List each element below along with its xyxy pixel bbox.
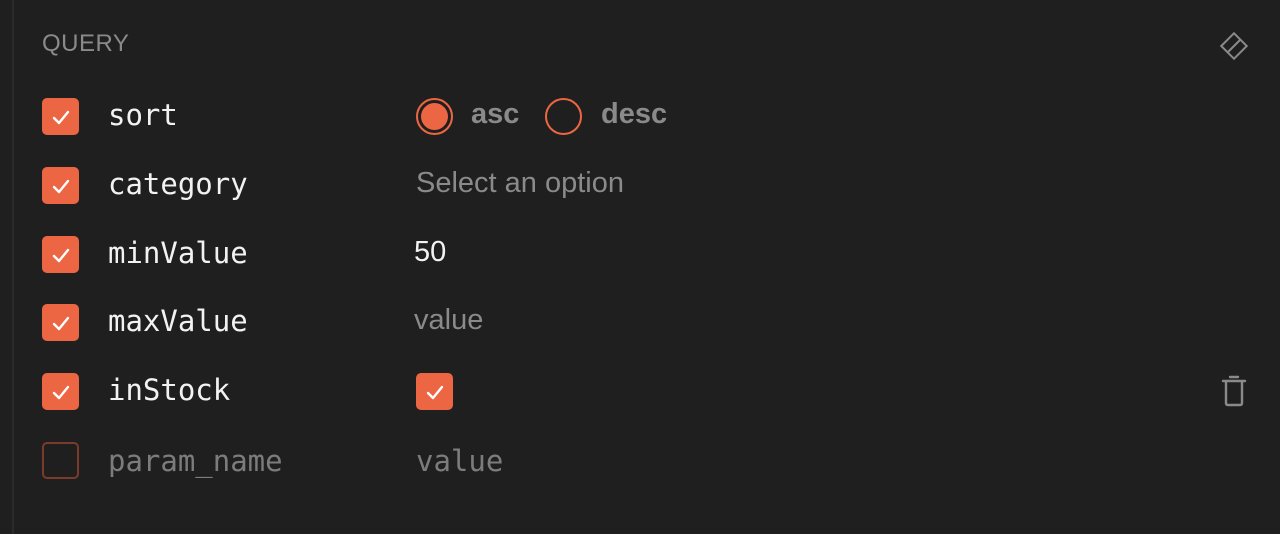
checkmark-icon [52,179,69,193]
minvalue-input[interactable]: 50 [414,236,446,269]
radio-desc[interactable] [545,98,582,135]
new-param-value-input[interactable]: value [416,444,503,478]
param-name[interactable]: category [108,167,248,201]
param-name[interactable]: maxValue [108,304,248,338]
param-row-instock: inStock [0,361,1280,421]
new-param-name-input[interactable]: param_name [108,444,283,478]
checkmark-icon [52,316,69,330]
param-enabled-checkbox[interactable] [42,304,79,341]
radio-label-desc[interactable]: desc [601,98,667,131]
param-enabled-checkbox[interactable] [42,167,79,204]
param-row-category: category Select an option [0,155,1280,215]
trash-icon[interactable] [1216,373,1252,409]
param-enabled-checkbox[interactable] [42,98,79,135]
param-name[interactable]: sort [108,98,178,132]
param-row-minvalue: minValue 50 [0,224,1280,284]
param-row-sort: sort asc desc [0,86,1280,146]
param-row-maxvalue: maxValue value [0,292,1280,352]
checkmark-icon [426,385,443,399]
checkmark-icon [52,385,69,399]
param-enabled-checkbox[interactable] [42,373,79,410]
checkmark-icon [52,248,69,262]
section-title: QUERY [42,30,130,57]
param-name[interactable]: minValue [108,236,248,270]
param-enabled-checkbox[interactable] [42,442,79,479]
radio-label-asc[interactable]: asc [471,98,519,131]
maxvalue-input[interactable]: value [414,304,483,337]
param-enabled-checkbox[interactable] [42,236,79,273]
radio-asc[interactable] [416,98,453,135]
category-select[interactable]: Select an option [416,167,624,200]
param-name[interactable]: inStock [108,373,230,407]
checkmark-icon [52,110,69,124]
query-panel: QUERY sort asc desc category Select an o… [0,0,1280,534]
instock-value-checkbox[interactable] [416,373,453,410]
param-row-new: param_name value [0,430,1280,490]
eraser-icon[interactable] [1214,26,1254,66]
